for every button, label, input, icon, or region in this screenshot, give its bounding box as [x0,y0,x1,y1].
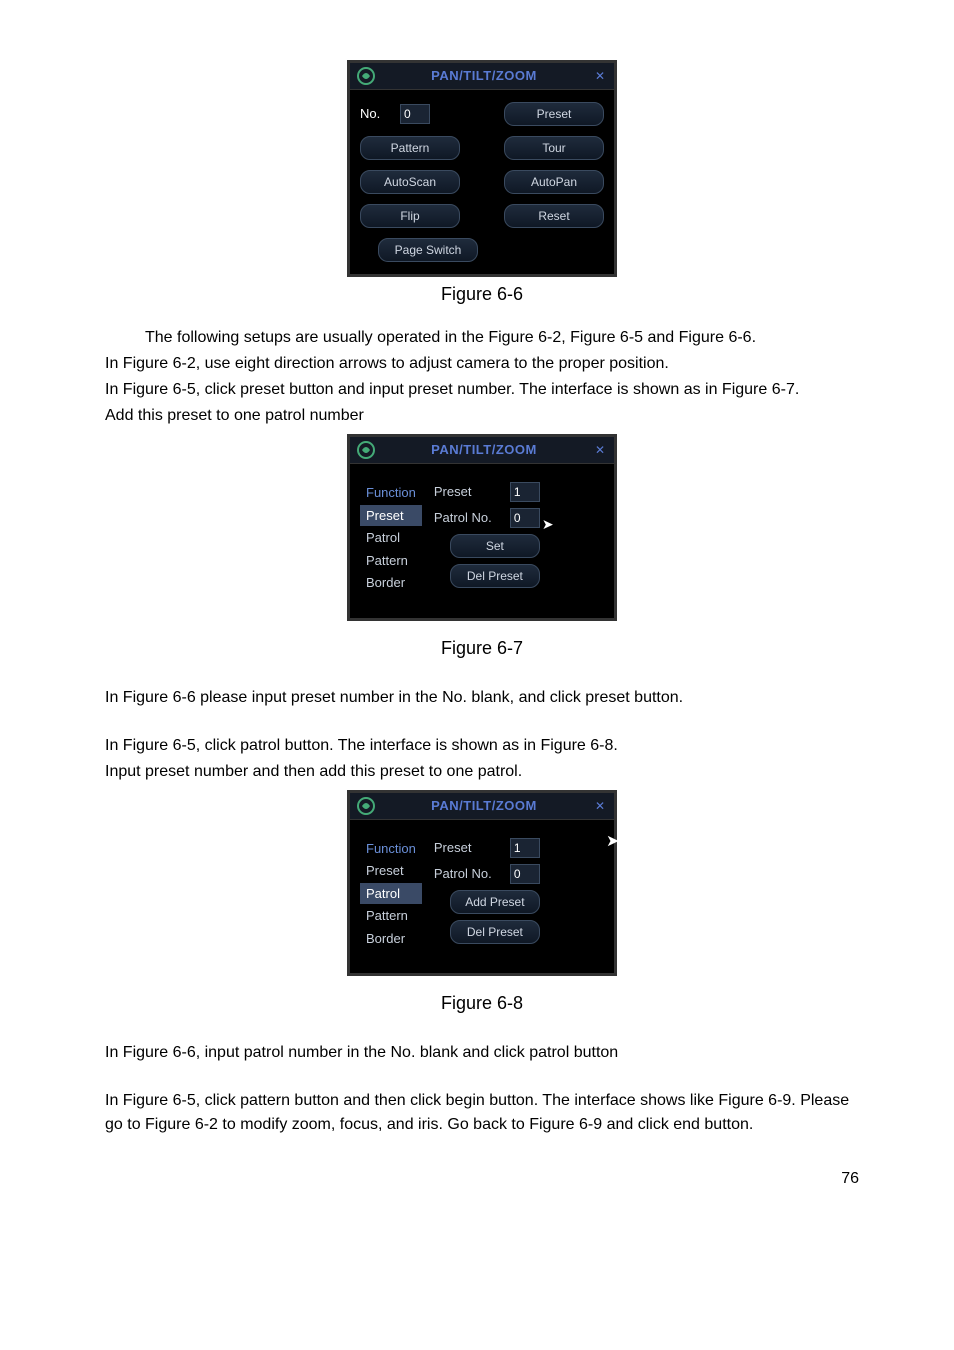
panel-body: Function Preset Patrol Pattern Border Pr… [350,464,614,618]
panel-header: PAN/TILT/ZOOM ✕ [350,63,614,90]
set-button[interactable]: Set [450,534,540,558]
preset-label: Preset [434,838,504,858]
add-preset-button[interactable]: Add Preset [450,890,540,914]
patrol-no-input[interactable] [510,864,540,884]
page-number: 76 [105,1167,859,1191]
page-switch-button[interactable]: Page Switch [378,238,478,262]
panel-title: PAN/TILT/ZOOM [376,66,592,86]
del-preset-button[interactable]: Del Preset [450,564,540,588]
ptz-panel-6-8: PAN/TILT/ZOOM ✕ ➤ Function Preset Patrol… [347,790,617,977]
flip-button[interactable]: Flip [360,204,460,228]
ptz-panel-6-7: PAN/TILT/ZOOM ✕ Function Preset Patrol P… [347,434,617,621]
panel-header: PAN/TILT/ZOOM ✕ [350,437,614,464]
patrol-no-label: Patrol No. [434,864,504,884]
body-text: In Figure 6-5, click preset button and i… [105,378,859,402]
autopan-button[interactable]: AutoPan [504,170,604,194]
function-list: Function Preset Patrol Pattern Border [360,482,422,594]
close-icon[interactable]: ✕ [592,798,608,814]
preset-label: Preset [434,482,504,502]
function-list: Function Preset Patrol Pattern Border [360,838,422,950]
preset-button[interactable]: Preset [504,102,604,126]
function-header: Function [360,838,422,860]
panel-title: PAN/TILT/ZOOM [376,440,592,460]
panel-body: No. Preset Pattern Tour AutoScan AutoPan… [350,90,614,274]
body-text: Input preset number and then add this pr… [105,760,859,784]
function-controls: Preset Patrol No. Add Preset Del Preset [434,838,540,950]
function-item-preset[interactable]: Preset [360,860,422,882]
function-item-border[interactable]: Border [360,928,422,950]
body-text: The following setups are usually operate… [105,326,859,350]
figure-caption-6-8: Figure 6-8 [105,990,859,1017]
body-text: In Figure 6-6 please input preset number… [105,686,859,710]
no-label: No. [360,104,390,124]
reset-button[interactable]: Reset [504,204,604,228]
function-item-patrol[interactable]: Patrol [360,883,422,905]
logo-icon [356,66,376,86]
autoscan-button[interactable]: AutoScan [360,170,460,194]
function-item-border[interactable]: Border [360,572,422,594]
del-preset-button[interactable]: Del Preset [450,920,540,944]
logo-icon [356,796,376,816]
no-input[interactable] [400,104,430,124]
function-item-pattern[interactable]: Pattern [360,550,422,572]
body-text: In Figure 6-5, click pattern button and … [105,1089,859,1137]
close-icon[interactable]: ✕ [592,68,608,84]
close-icon[interactable]: ✕ [592,442,608,458]
body-text: In Figure 6-5, click patrol button. The … [105,734,859,758]
function-controls: Preset Patrol No. ➤ Set Del Preset [434,482,540,594]
body-text: In Figure 6-2, use eight direction arrow… [105,352,859,376]
preset-input[interactable] [510,838,540,858]
preset-input[interactable] [510,482,540,502]
body-text: Add this preset to one patrol number [105,404,859,428]
figure-caption-6-7: Figure 6-7 [105,635,859,662]
panel-body: ➤ Function Preset Patrol Pattern Border … [350,820,614,974]
patrol-no-input[interactable] [510,508,540,528]
tour-button[interactable]: Tour [504,136,604,160]
ptz-panel-6-6: PAN/TILT/ZOOM ✕ No. Preset Pattern Tour … [347,60,617,277]
patrol-no-label: Patrol No. [434,508,504,528]
logo-icon [356,440,376,460]
function-item-patrol[interactable]: Patrol [360,527,422,549]
body-text: In Figure 6-6, input patrol number in th… [105,1041,859,1065]
function-header: Function [360,482,422,504]
pattern-button[interactable]: Pattern [360,136,460,160]
function-item-pattern[interactable]: Pattern [360,905,422,927]
panel-header: PAN/TILT/ZOOM ✕ [350,793,614,820]
figure-caption-6-6: Figure 6-6 [105,281,859,308]
panel-title: PAN/TILT/ZOOM [376,796,592,816]
function-item-preset[interactable]: Preset [360,505,422,527]
